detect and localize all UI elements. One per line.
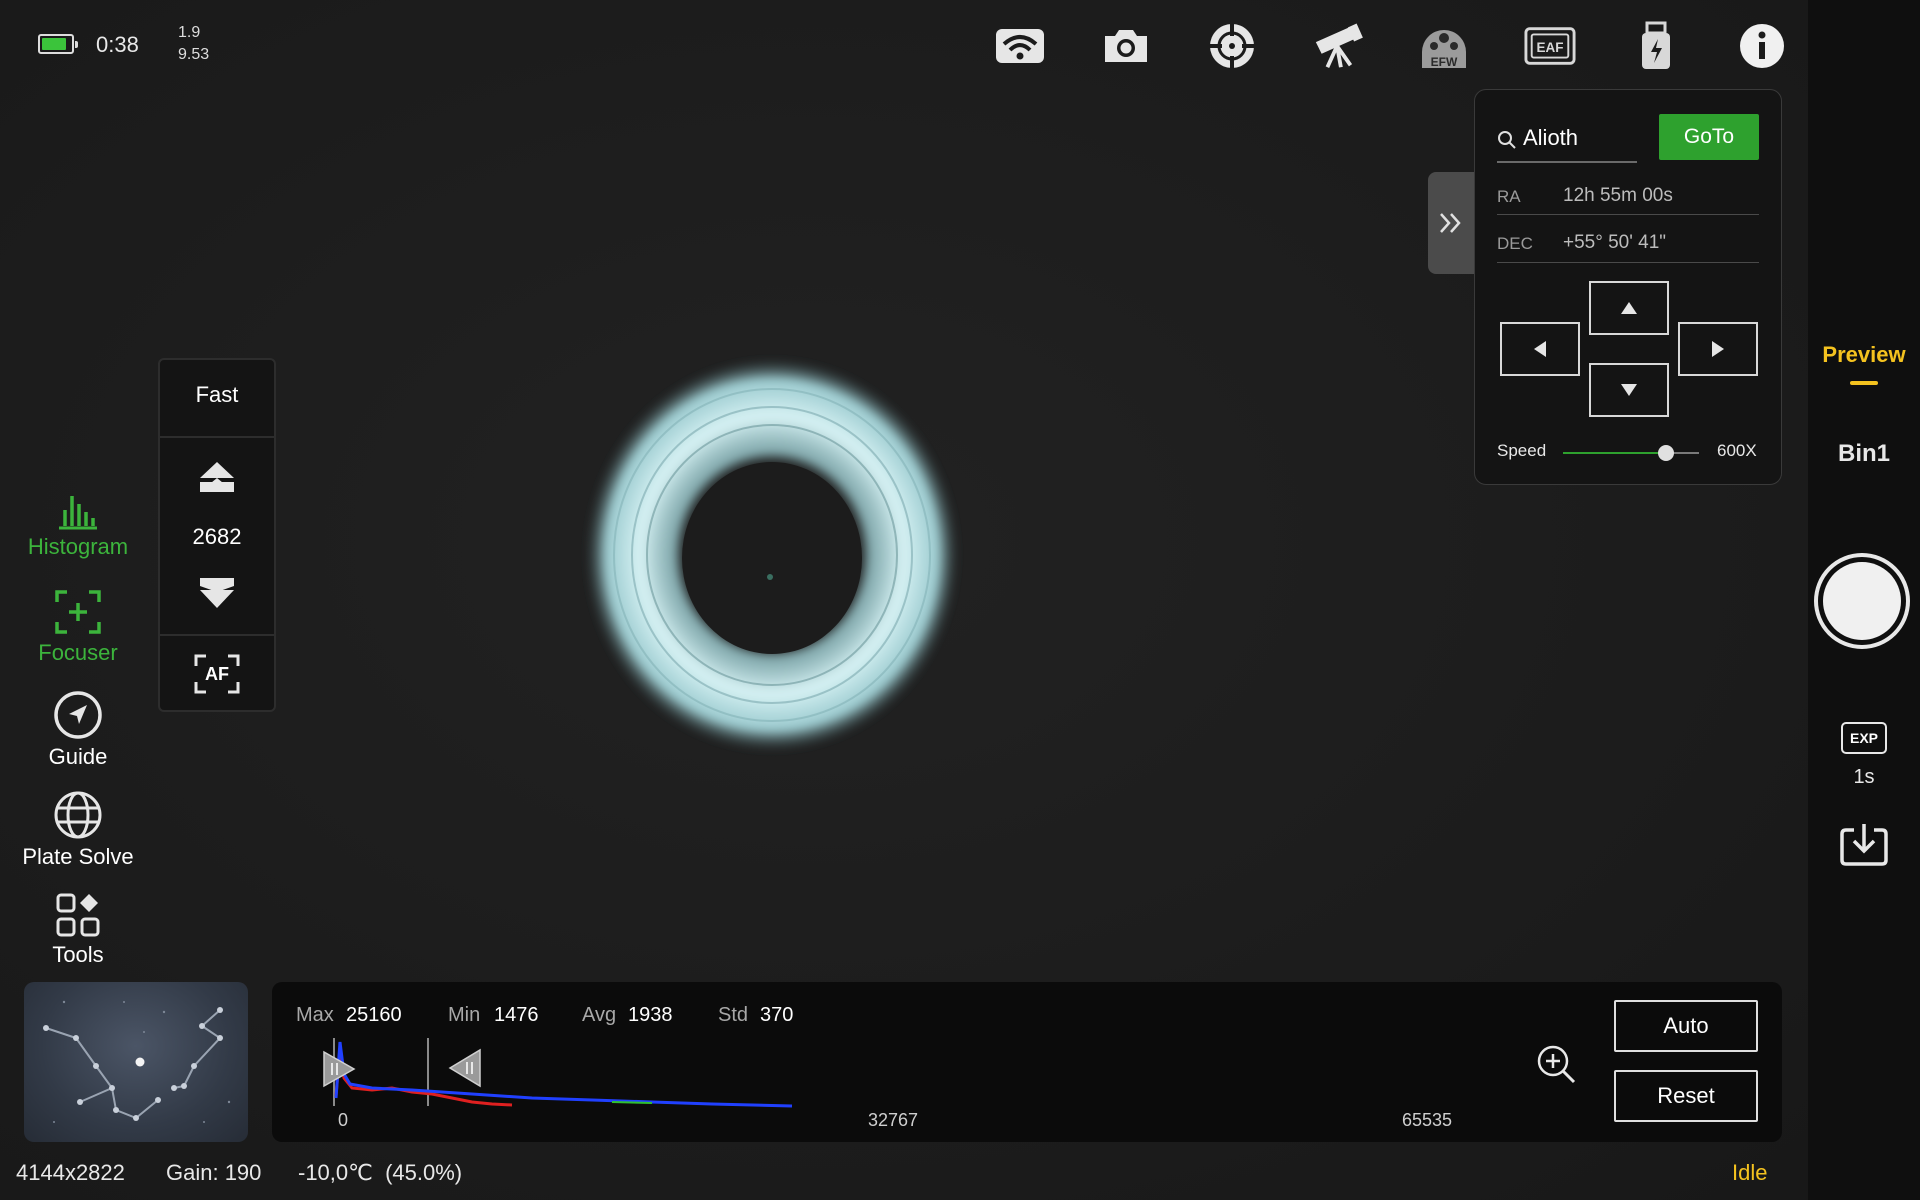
black-point-handle[interactable] xyxy=(322,1050,356,1088)
info-icon[interactable] xyxy=(1736,20,1788,72)
menu-item-focuser[interactable]: Focuser xyxy=(0,588,156,666)
min-value: 1476 xyxy=(494,1004,539,1026)
focuser-panel: Fast 2682 AF xyxy=(158,358,276,712)
mode-indicator xyxy=(1850,381,1878,385)
search-input[interactable]: Alioth xyxy=(1523,125,1578,151)
autofocus-button[interactable]: AF xyxy=(194,654,240,694)
double-chevron-down-icon xyxy=(200,578,234,608)
dec-value: +55° 50' 41" xyxy=(1563,232,1667,253)
battery-icon xyxy=(38,34,78,54)
zoom-histogram-button[interactable] xyxy=(1536,1044,1576,1089)
eaf-label: EAF xyxy=(1537,40,1564,55)
menu-item-guide[interactable]: Guide xyxy=(0,690,156,770)
guide-target-icon[interactable] xyxy=(1206,20,1258,72)
auto-stretch-button[interactable]: Auto xyxy=(1614,1000,1758,1052)
slew-east-button[interactable] xyxy=(1678,322,1758,376)
triangle-up-icon xyxy=(1621,302,1637,314)
triangle-right-icon xyxy=(1712,341,1724,357)
axis-max: 65535 xyxy=(1402,1110,1453,1130)
usb-storage-icon[interactable] xyxy=(1630,20,1682,72)
std-value: 370 xyxy=(760,1004,794,1026)
double-chevron-up-icon xyxy=(200,462,234,492)
focus-in-button[interactable] xyxy=(198,576,236,615)
std-label: Std xyxy=(718,1004,749,1026)
guide-label: Guide xyxy=(48,744,108,769)
goto-panel: Alioth GoTo RA 12h 55m 00s DEC +55° 50' … xyxy=(1474,89,1782,485)
speed-slider-fill xyxy=(1563,452,1667,454)
efw-icon[interactable]: EFW xyxy=(1418,20,1470,72)
exposure-value[interactable]: 1s xyxy=(1808,766,1920,789)
globe-icon xyxy=(54,791,102,839)
focuser-icon xyxy=(55,590,101,634)
collapse-panel-button[interactable] xyxy=(1428,172,1474,274)
menu-item-histogram[interactable]: Histogram xyxy=(0,490,156,560)
speed-label: Speed xyxy=(1497,441,1547,460)
focuser-label: Focuser xyxy=(38,640,118,665)
slew-north-button[interactable] xyxy=(1589,281,1669,335)
pause-triangle-right-icon xyxy=(323,1050,356,1088)
star-map-thumbnail[interactable] xyxy=(24,982,248,1142)
triangle-down-icon xyxy=(1621,384,1637,396)
max-label: Max xyxy=(296,1004,334,1026)
search-underline xyxy=(1497,161,1637,163)
battery-time: 0:38 xyxy=(96,32,139,57)
slew-west-button[interactable] xyxy=(1500,322,1580,376)
reset-stretch-button[interactable]: Reset xyxy=(1614,1070,1758,1122)
speed-slider[interactable] xyxy=(1563,445,1699,472)
status-value-top: 1.9 xyxy=(178,24,201,41)
eaf-icon[interactable]: EAF xyxy=(1524,20,1576,72)
histogram-panel: Max 25160 Min 1476 Avg 1938 Std 370 0 32… xyxy=(272,982,1782,1142)
tools-icon xyxy=(56,893,100,937)
plate-solve-label: Plate Solve xyxy=(22,844,134,869)
focuser-position: 2682 xyxy=(192,524,242,549)
histogram-label: Histogram xyxy=(27,534,129,559)
shutter-inner xyxy=(1823,562,1901,640)
defocused-star-image xyxy=(584,357,960,753)
focuser-mode[interactable]: Fast xyxy=(160,382,274,408)
guide-icon xyxy=(54,691,102,739)
search-icon xyxy=(1498,131,1516,149)
image-resolution: 4144x2822 xyxy=(16,1160,125,1185)
ra-label: RA xyxy=(1497,187,1521,206)
max-value: 25160 xyxy=(346,1004,402,1026)
axis-min: 0 xyxy=(338,1110,349,1130)
telescope-icon[interactable] xyxy=(1312,20,1364,72)
autofocus-label: AF xyxy=(205,664,229,684)
min-label: Min xyxy=(448,1004,481,1026)
efw-label: EFW xyxy=(1431,55,1458,69)
triangle-left-icon xyxy=(1534,341,1546,357)
focus-out-button[interactable] xyxy=(198,460,236,499)
menu-item-tools[interactable]: Tools xyxy=(0,892,156,968)
bin-setting[interactable]: Bin1 xyxy=(1808,440,1920,468)
menu-item-plate-solve[interactable]: Plate Solve xyxy=(0,790,156,870)
sensor-temperature: -10,0℃ (45.0%) xyxy=(298,1160,463,1185)
status-value-bottom: 9.53 xyxy=(178,46,210,63)
mode-preview[interactable]: Preview xyxy=(1808,342,1920,368)
speed-value: 600X xyxy=(1717,441,1757,460)
ra-value: 12h 55m 00s xyxy=(1563,185,1673,206)
goto-button[interactable]: GoTo xyxy=(1659,114,1759,160)
dec-label: DEC xyxy=(1497,234,1533,253)
slew-south-button[interactable] xyxy=(1589,363,1669,417)
speed-slider-thumb[interactable] xyxy=(1658,445,1675,461)
camera-icon[interactable] xyxy=(1100,20,1152,72)
wifi-icon[interactable] xyxy=(994,20,1046,72)
zoom-in-icon xyxy=(1537,1045,1576,1084)
download-icon xyxy=(1840,824,1888,866)
double-chevron-right-icon xyxy=(1440,213,1461,233)
capture-status: Idle xyxy=(1732,1160,1768,1185)
avg-label: Avg xyxy=(582,1004,617,1026)
shutter-button[interactable] xyxy=(1814,553,1910,649)
histogram-plot xyxy=(333,1038,793,1108)
axis-mid: 32767 xyxy=(868,1110,919,1130)
histogram-icon xyxy=(59,496,97,530)
gain-value: Gain: 190 xyxy=(166,1160,262,1185)
white-point-handle[interactable] xyxy=(448,1048,482,1088)
exposure-icon[interactable]: EXP xyxy=(1841,722,1887,754)
pause-triangle-left-icon xyxy=(448,1048,481,1088)
download-button[interactable] xyxy=(1840,822,1888,871)
tools-label: Tools xyxy=(52,942,104,967)
avg-value: 1938 xyxy=(628,1004,673,1026)
